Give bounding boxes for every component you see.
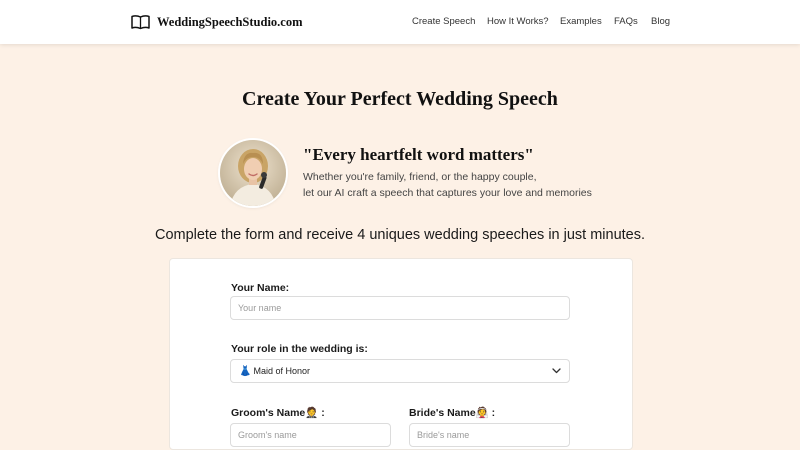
groom-name-label: Groom's Name🤵 : — [231, 407, 325, 419]
open-book-icon — [131, 14, 150, 29]
chevron-down-icon — [552, 368, 561, 374]
quote-line-2: let our AI craft a speech that captures … — [303, 187, 592, 199]
nav-create-speech[interactable]: Create Speech — [412, 16, 475, 27]
nav-examples[interactable]: Examples — [560, 16, 602, 27]
bride-name-input[interactable] — [409, 423, 570, 447]
nav-faqs[interactable]: FAQs — [614, 16, 638, 27]
your-name-input[interactable] — [230, 296, 570, 320]
role-select[interactable]: 👗 Maid of Honor — [230, 359, 570, 383]
page-title: Create Your Perfect Wedding Speech — [242, 88, 558, 110]
bride-name-label: Bride's Name👰 : — [409, 407, 496, 419]
quote-line-1: Whether you're family, friend, or the ha… — [303, 171, 537, 183]
role-selected-value: Maid of Honor — [253, 366, 310, 376]
avatar — [220, 140, 286, 206]
dress-icon: 👗 — [239, 365, 252, 377]
groom-name-input[interactable] — [230, 423, 391, 447]
quote-heading: "Every heartfelt word matters" — [303, 145, 534, 164]
nav-blog[interactable]: Blog — [651, 16, 670, 27]
logo-text: WeddingSpeechStudio.com — [157, 14, 303, 29]
site-logo[interactable]: WeddingSpeechStudio.com — [131, 13, 303, 31]
nav-how-it-works[interactable]: How It Works? — [487, 16, 549, 27]
your-name-label: Your Name: — [231, 282, 290, 294]
role-label: Your role in the wedding is: — [231, 343, 368, 355]
site-header: WeddingSpeechStudio.com Create Speech Ho… — [0, 0, 800, 44]
form-intro-text: Complete the form and receive 4 uniques … — [154, 227, 646, 243]
